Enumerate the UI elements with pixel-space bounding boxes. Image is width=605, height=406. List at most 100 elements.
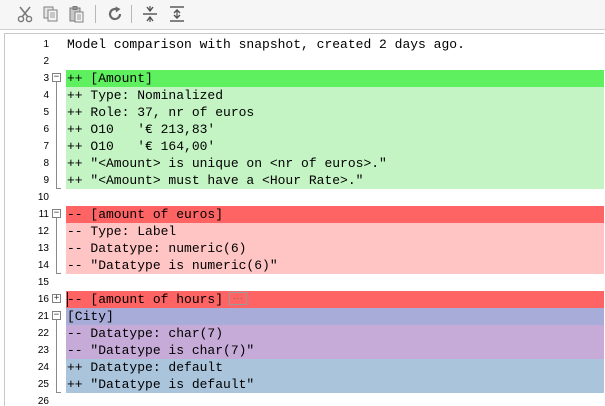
line-number-gutter: 24 bbox=[5, 359, 51, 376]
diff-line: 26 bbox=[5, 393, 604, 406]
line-content: ++ O10 '€ 164,00' bbox=[67, 139, 216, 154]
line-text[interactable] bbox=[66, 53, 604, 70]
line-number: 7 bbox=[43, 141, 49, 152]
diff-viewer-window: 1 Model comparison with snapshot, created… bbox=[0, 0, 605, 406]
fold-expand-icon[interactable]: + bbox=[52, 294, 61, 303]
line-content: -- [amount of hours] bbox=[67, 292, 224, 307]
expand-all-button[interactable] bbox=[166, 3, 188, 25]
line-number: 25 bbox=[37, 379, 49, 390]
cut-button[interactable] bbox=[14, 3, 36, 25]
diff-line: 5 ++ Role: 37, nr of euros bbox=[5, 104, 604, 121]
line-number: 1 bbox=[43, 39, 49, 50]
line-number-gutter: 22 bbox=[5, 325, 51, 342]
line-content: ++ Type: Nominalized bbox=[67, 88, 224, 103]
line-number-gutter: 26 bbox=[5, 393, 51, 406]
diff-line: 23 -- "Datatype is char(7)" bbox=[5, 342, 604, 359]
line-content: -- "Datatype is char(7)" bbox=[67, 343, 255, 358]
fold-collapse-icon[interactable]: − bbox=[52, 73, 61, 82]
line-content: [City] bbox=[67, 309, 114, 324]
line-number-gutter: 25 bbox=[5, 376, 51, 393]
line-number-gutter: 12 bbox=[5, 223, 51, 240]
line-number-gutter: 15 bbox=[5, 274, 51, 291]
line-number: 15 bbox=[37, 277, 49, 288]
line-content: -- Type: Label bbox=[67, 224, 177, 239]
line-content: ++ "Datatype is default" bbox=[67, 377, 255, 392]
line-text[interactable]: -- "Datatype is char(7)" bbox=[66, 342, 604, 359]
diff-line: 10 bbox=[5, 189, 604, 206]
line-text[interactable]: ++ [Amount] bbox=[66, 70, 604, 87]
toolbar-separator bbox=[95, 5, 96, 23]
line-text[interactable]: -- "Datatype is numeric(6)" bbox=[66, 257, 604, 274]
line-number: 16 bbox=[37, 294, 49, 305]
line-text[interactable]: ++ "<Amount> must have a <Hour Rate>." bbox=[66, 172, 604, 189]
line-text[interactable] bbox=[66, 189, 604, 206]
text-cursor bbox=[67, 292, 68, 307]
diff-line: 21 [City] − bbox=[5, 308, 604, 325]
line-content: ++ "<Amount> is unique on <nr of euros>.… bbox=[67, 156, 387, 171]
line-content: -- "Datatype is numeric(6)" bbox=[67, 258, 278, 273]
line-number-gutter: 23 bbox=[5, 342, 51, 359]
copy-icon bbox=[43, 6, 58, 22]
diff-editor[interactable]: 1 Model comparison with snapshot, created… bbox=[4, 33, 604, 406]
fold-guide-line bbox=[56, 218, 57, 273]
line-number-gutter: 11 bbox=[5, 206, 51, 223]
line-text[interactable]: ++ O10 '€ 164,00' bbox=[66, 138, 604, 155]
diff-line: 2 bbox=[5, 53, 604, 70]
line-text[interactable]: ++ "<Amount> is unique on <nr of euros>.… bbox=[66, 155, 604, 172]
line-number-gutter: 5 bbox=[5, 104, 51, 121]
line-number-gutter: 16 bbox=[5, 291, 51, 308]
line-number: 2 bbox=[43, 56, 49, 67]
scissors-icon bbox=[17, 6, 33, 23]
expand-icon bbox=[170, 6, 184, 22]
line-text[interactable]: -- [amount of euros] bbox=[66, 206, 604, 223]
refresh-button[interactable] bbox=[104, 3, 126, 25]
diff-line: 8 ++ "<Amount> is unique on <nr of euros>… bbox=[5, 155, 604, 172]
diff-line: 4 ++ Type: Nominalized bbox=[5, 87, 604, 104]
line-number: 14 bbox=[37, 260, 49, 271]
line-text[interactable] bbox=[66, 393, 604, 406]
diff-line: 25 ++ "Datatype is default" bbox=[5, 376, 604, 393]
diff-line: 16 -- [amount of hours] ··· + bbox=[5, 291, 604, 308]
line-text[interactable]: ++ Role: 37, nr of euros bbox=[66, 104, 604, 121]
folded-region-ellipsis[interactable]: ··· bbox=[229, 292, 248, 305]
diff-line: 7 ++ O10 '€ 164,00' bbox=[5, 138, 604, 155]
line-number-gutter: 9 bbox=[5, 172, 51, 189]
refresh-icon bbox=[108, 6, 122, 21]
line-number-gutter: 13 bbox=[5, 240, 51, 257]
fold-collapse-icon[interactable]: − bbox=[52, 209, 61, 218]
line-text[interactable] bbox=[66, 274, 604, 291]
line-number-gutter: 2 bbox=[5, 53, 51, 70]
line-text[interactable]: Model comparison with snapshot, created … bbox=[66, 36, 604, 53]
fold-guide-end bbox=[56, 392, 61, 393]
line-number: 9 bbox=[43, 175, 49, 186]
line-text[interactable]: [City] bbox=[66, 308, 604, 325]
copy-button[interactable] bbox=[40, 3, 62, 25]
line-number-gutter: 14 bbox=[5, 257, 51, 274]
line-content: Model comparison with snapshot, created … bbox=[67, 37, 465, 52]
line-number-gutter: 21 bbox=[5, 308, 51, 325]
diff-line: 3 ++ [Amount] − bbox=[5, 70, 604, 87]
line-number: 23 bbox=[37, 345, 49, 356]
line-number: 6 bbox=[43, 124, 49, 135]
line-text[interactable]: ++ "Datatype is default" bbox=[66, 376, 604, 393]
line-number-gutter: 6 bbox=[5, 121, 51, 138]
line-text[interactable]: ++ Datatype: default bbox=[66, 359, 604, 376]
line-number: 12 bbox=[37, 226, 49, 237]
line-number: 13 bbox=[37, 243, 49, 254]
line-number-gutter: 7 bbox=[5, 138, 51, 155]
line-text[interactable]: ++ Type: Nominalized bbox=[66, 87, 604, 104]
line-text[interactable]: -- Datatype: char(7) bbox=[66, 325, 604, 342]
line-content: ++ Datatype: default bbox=[67, 360, 224, 375]
fold-guide-line bbox=[56, 320, 57, 392]
line-text[interactable]: -- Datatype: numeric(6) bbox=[66, 240, 604, 257]
collapse-all-button[interactable] bbox=[139, 3, 161, 25]
line-text[interactable]: -- [amount of hours] ··· bbox=[66, 291, 604, 308]
diff-line: 15 bbox=[5, 274, 604, 291]
paste-button[interactable] bbox=[66, 3, 88, 25]
line-text[interactable]: -- Type: Label bbox=[66, 223, 604, 240]
line-text[interactable]: ++ O10 '€ 213,83' bbox=[66, 121, 604, 138]
fold-guide-end bbox=[56, 188, 61, 189]
diff-line: 14 -- "Datatype is numeric(6)" bbox=[5, 257, 604, 274]
line-number-gutter: 10 bbox=[5, 189, 51, 206]
fold-collapse-icon[interactable]: − bbox=[52, 311, 61, 320]
